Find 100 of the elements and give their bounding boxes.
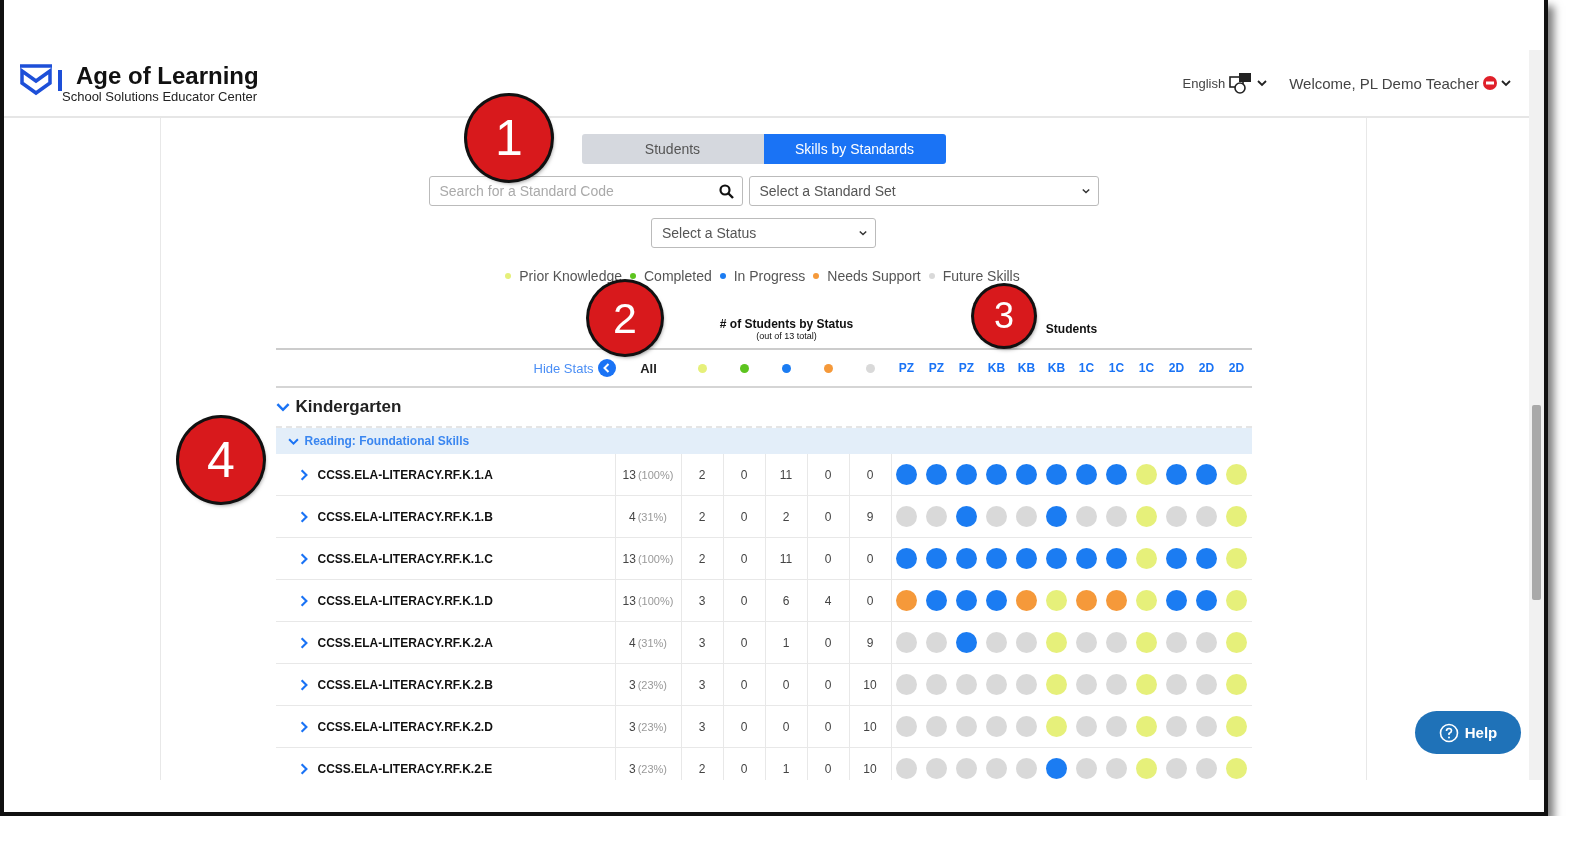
- student-status-dot[interactable]: [926, 590, 947, 611]
- student-status-dot[interactable]: [1046, 464, 1067, 485]
- student-status-dot[interactable]: [1016, 548, 1037, 569]
- standard-code[interactable]: CCSS.ELA-LITERACY.RF.K.2.A: [317, 635, 493, 650]
- student-status-dot[interactable]: [1226, 548, 1247, 569]
- student-status-dot[interactable]: [1166, 548, 1187, 569]
- student-status-dot[interactable]: [1166, 758, 1187, 779]
- student-status-dot[interactable]: [1196, 758, 1217, 779]
- student-status-dot[interactable]: [1016, 590, 1037, 611]
- student-status-dot[interactable]: [1106, 716, 1127, 737]
- student-status-dot[interactable]: [896, 674, 917, 695]
- student-status-dot[interactable]: [1196, 590, 1217, 611]
- student-status-dot[interactable]: [1016, 674, 1037, 695]
- student-status-dot[interactable]: [956, 716, 977, 737]
- welcome-text[interactable]: Welcome, PL Demo Teacher: [1289, 74, 1479, 92]
- student-initials[interactable]: PZ: [898, 361, 915, 375]
- student-status-dot[interactable]: [1196, 506, 1217, 527]
- student-status-dot[interactable]: [1076, 674, 1097, 695]
- student-status-dot[interactable]: [1226, 464, 1247, 485]
- student-status-dot[interactable]: [1226, 506, 1247, 527]
- student-status-dot[interactable]: [1166, 506, 1187, 527]
- student-status-dot[interactable]: [896, 464, 917, 485]
- student-status-dot[interactable]: [1136, 716, 1157, 737]
- student-status-dot[interactable]: [956, 758, 977, 779]
- scrollbar-thumb[interactable]: [1532, 405, 1541, 600]
- student-status-dot[interactable]: [1076, 716, 1097, 737]
- student-status-dot[interactable]: [1106, 758, 1127, 779]
- student-status-dot[interactable]: [1196, 464, 1217, 485]
- student-status-dot[interactable]: [1076, 548, 1097, 569]
- standard-code[interactable]: CCSS.ELA-LITERACY.RF.K.1.B: [317, 509, 493, 524]
- student-initials[interactable]: PZ: [928, 361, 945, 375]
- student-status-dot[interactable]: [956, 464, 977, 485]
- student-status-dot[interactable]: [1076, 464, 1097, 485]
- translate-icon[interactable]: [1229, 72, 1254, 94]
- student-status-dot[interactable]: [1076, 632, 1097, 653]
- student-status-dot[interactable]: [1106, 632, 1127, 653]
- standard-code[interactable]: CCSS.ELA-LITERACY.RF.K.1.C: [317, 551, 493, 566]
- student-status-dot[interactable]: [926, 548, 947, 569]
- student-status-dot[interactable]: [1226, 716, 1247, 737]
- student-status-dot[interactable]: [1076, 758, 1097, 779]
- student-initials[interactable]: 2D: [1228, 361, 1245, 375]
- caret-icon[interactable]: [1081, 187, 1090, 195]
- student-status-dot[interactable]: [1046, 758, 1067, 779]
- student-status-dot[interactable]: [1106, 464, 1127, 485]
- student-status-dot[interactable]: [986, 758, 1007, 779]
- student-status-dot[interactable]: [1196, 548, 1217, 569]
- student-status-dot[interactable]: [956, 548, 977, 569]
- caret-icon[interactable]: [859, 229, 867, 237]
- standard-set-select[interactable]: Select a Standard Set: [748, 176, 1099, 206]
- student-status-dot[interactable]: [896, 758, 917, 779]
- search-field[interactable]: Search for a Standard Code: [428, 176, 743, 206]
- status-select[interactable]: Select a Status: [651, 218, 876, 248]
- student-status-dot[interactable]: [1046, 716, 1067, 737]
- student-status-dot[interactable]: [1046, 506, 1067, 527]
- student-status-dot[interactable]: [1196, 674, 1217, 695]
- student-status-dot[interactable]: [986, 548, 1007, 569]
- student-status-dot[interactable]: [1136, 548, 1157, 569]
- student-initials[interactable]: 1C: [1078, 361, 1095, 375]
- student-status-dot[interactable]: [1076, 590, 1097, 611]
- student-status-dot[interactable]: [986, 716, 1007, 737]
- student-initials[interactable]: KB: [987, 361, 1006, 375]
- standard-code[interactable]: CCSS.ELA-LITERACY.RF.K.2.B: [317, 677, 493, 692]
- student-status-dot[interactable]: [1046, 674, 1067, 695]
- student-status-dot[interactable]: [1136, 632, 1157, 653]
- student-status-dot[interactable]: [1226, 758, 1247, 779]
- student-status-dot[interactable]: [986, 674, 1007, 695]
- student-status-dot[interactable]: [1196, 632, 1217, 653]
- student-status-dot[interactable]: [896, 716, 917, 737]
- student-status-dot[interactable]: [1106, 674, 1127, 695]
- student-status-dot[interactable]: [956, 674, 977, 695]
- student-status-dot[interactable]: [1136, 464, 1157, 485]
- student-status-dot[interactable]: [956, 632, 977, 653]
- student-status-dot[interactable]: [1136, 674, 1157, 695]
- search-icon[interactable]: [718, 183, 734, 199]
- student-status-dot[interactable]: [1136, 758, 1157, 779]
- student-initials[interactable]: 2D: [1198, 361, 1215, 375]
- student-status-dot[interactable]: [956, 590, 977, 611]
- student-status-dot[interactable]: [986, 632, 1007, 653]
- student-status-dot[interactable]: [986, 506, 1007, 527]
- student-status-dot[interactable]: [926, 464, 947, 485]
- help-button[interactable]: Help: [1415, 711, 1521, 754]
- student-status-dot[interactable]: [1166, 464, 1187, 485]
- student-status-dot[interactable]: [1106, 590, 1127, 611]
- student-initials[interactable]: 1C: [1138, 361, 1155, 375]
- student-status-dot[interactable]: [1076, 506, 1097, 527]
- student-status-dot[interactable]: [1136, 590, 1157, 611]
- student-status-dot[interactable]: [1016, 758, 1037, 779]
- student-status-dot[interactable]: [1166, 632, 1187, 653]
- standard-code[interactable]: CCSS.ELA-LITERACY.RF.K.1.D: [317, 593, 493, 608]
- caret-icon[interactable]: [1257, 78, 1268, 88]
- student-status-dot[interactable]: [926, 716, 947, 737]
- tab[interactable]: Students: [581, 134, 764, 164]
- student-status-dot[interactable]: [896, 548, 917, 569]
- student-status-dot[interactable]: [1016, 464, 1037, 485]
- standard-code[interactable]: CCSS.ELA-LITERACY.RF.K.1.A: [317, 467, 493, 482]
- domain-row[interactable]: Reading: Foundational Skills: [275, 428, 1252, 454]
- student-initials[interactable]: PZ: [958, 361, 975, 375]
- student-status-dot[interactable]: [986, 464, 1007, 485]
- student-status-dot[interactable]: [1046, 590, 1067, 611]
- student-initials[interactable]: 1C: [1108, 361, 1125, 375]
